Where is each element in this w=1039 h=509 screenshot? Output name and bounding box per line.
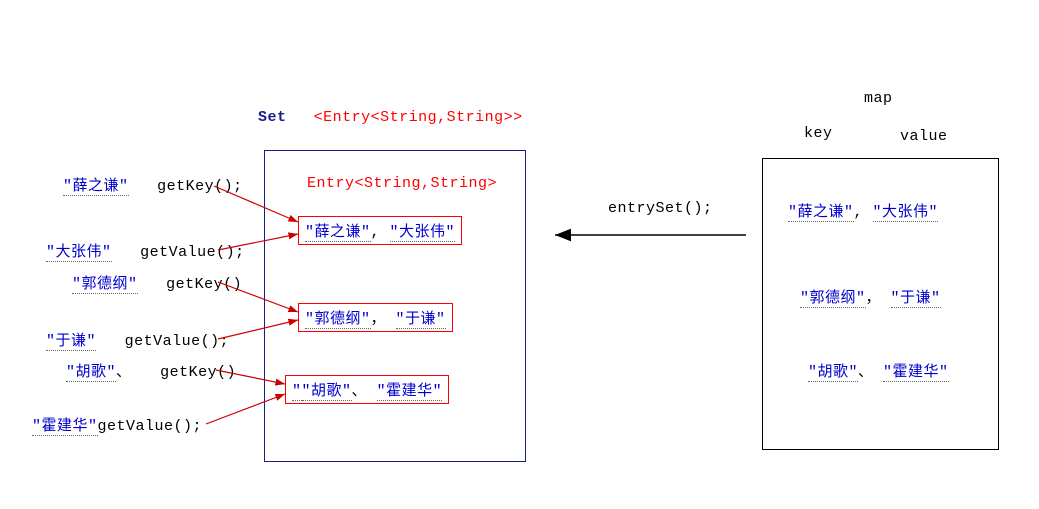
entry2-value: "于谦" <box>396 311 446 329</box>
call5-sep: 、 <box>116 364 132 381</box>
call-row-2: "大张伟" getValue(); <box>46 240 245 261</box>
entry-box-3: ""胡歌"、 "霍建华" <box>285 375 449 404</box>
map-pair-3: "胡歌"、 "霍建华" <box>808 360 949 381</box>
call5-fn: getKey() <box>160 364 236 381</box>
map3-value: "霍建华" <box>883 364 949 382</box>
call-row-4: "于谦" getValue(); <box>46 329 229 350</box>
call1-fn: getKey(); <box>157 178 243 195</box>
entry3-lead: " <box>292 383 302 401</box>
entry1-value: "大张伟" <box>390 224 456 242</box>
entry2-key: "郭德纲" <box>305 311 371 329</box>
set-title: Set <Entry<String,String>> <box>258 107 523 126</box>
call1-val: "薛之谦" <box>63 178 129 196</box>
set-label: Set <box>258 109 287 126</box>
call2-val: "大张伟" <box>46 244 112 262</box>
map3-key: "胡歌" <box>808 364 858 382</box>
entry1-key: "薛之谦" <box>305 224 371 242</box>
map1-sep: , <box>854 204 864 221</box>
diagram-root: Set <Entry<String,String>> Entry<String,… <box>0 0 1039 509</box>
entry-type-label: Entry<String,String> <box>307 175 497 192</box>
map1-key: "薛之谦" <box>788 204 854 222</box>
map3-sep: 、 <box>858 364 874 381</box>
entry3-key: "胡歌" <box>302 383 352 401</box>
entryset-label: entrySet(); <box>608 200 713 217</box>
entry-box-1: "薛之谦", "大张伟" <box>298 216 462 245</box>
call-row-5: "胡歌"、 getKey() <box>66 360 236 381</box>
entry1-sep: , <box>371 224 381 241</box>
map2-sep: ， <box>866 290 882 307</box>
call6-fn: getValue(); <box>98 418 203 435</box>
call5-val: "胡歌" <box>66 364 116 382</box>
call4-fn: getValue(); <box>125 333 230 350</box>
map2-key: "郭德纲" <box>800 290 866 308</box>
value-header: value <box>900 128 948 145</box>
entry2-sep: ， <box>371 311 387 328</box>
call-row-6: "霍建华"getValue(); <box>32 414 202 435</box>
call3-fn: getKey() <box>166 276 242 293</box>
entry3-sep: 、 <box>352 383 368 400</box>
map-pair-2: "郭德纲"， "于谦" <box>800 286 941 307</box>
map2-value: "于谦" <box>891 290 941 308</box>
map-label: map <box>864 90 893 107</box>
call-row-1: "薛之谦" getKey(); <box>63 174 243 195</box>
map1-value: "大张伟" <box>873 204 939 222</box>
key-header: key <box>804 125 833 142</box>
call-row-3: "郭德纲" getKey() <box>72 272 242 293</box>
entry3-value: "霍建华" <box>377 383 443 401</box>
set-type: <Entry<String,String>> <box>314 109 523 126</box>
entry-box-2: "郭德纲"， "于谦" <box>298 303 453 332</box>
call3-val: "郭德纲" <box>72 276 138 294</box>
map-pair-1: "薛之谦", "大张伟" <box>788 200 938 221</box>
call6-val: "霍建华" <box>32 418 98 436</box>
call4-val: "于谦" <box>46 333 96 351</box>
call2-fn: getValue(); <box>140 244 245 261</box>
